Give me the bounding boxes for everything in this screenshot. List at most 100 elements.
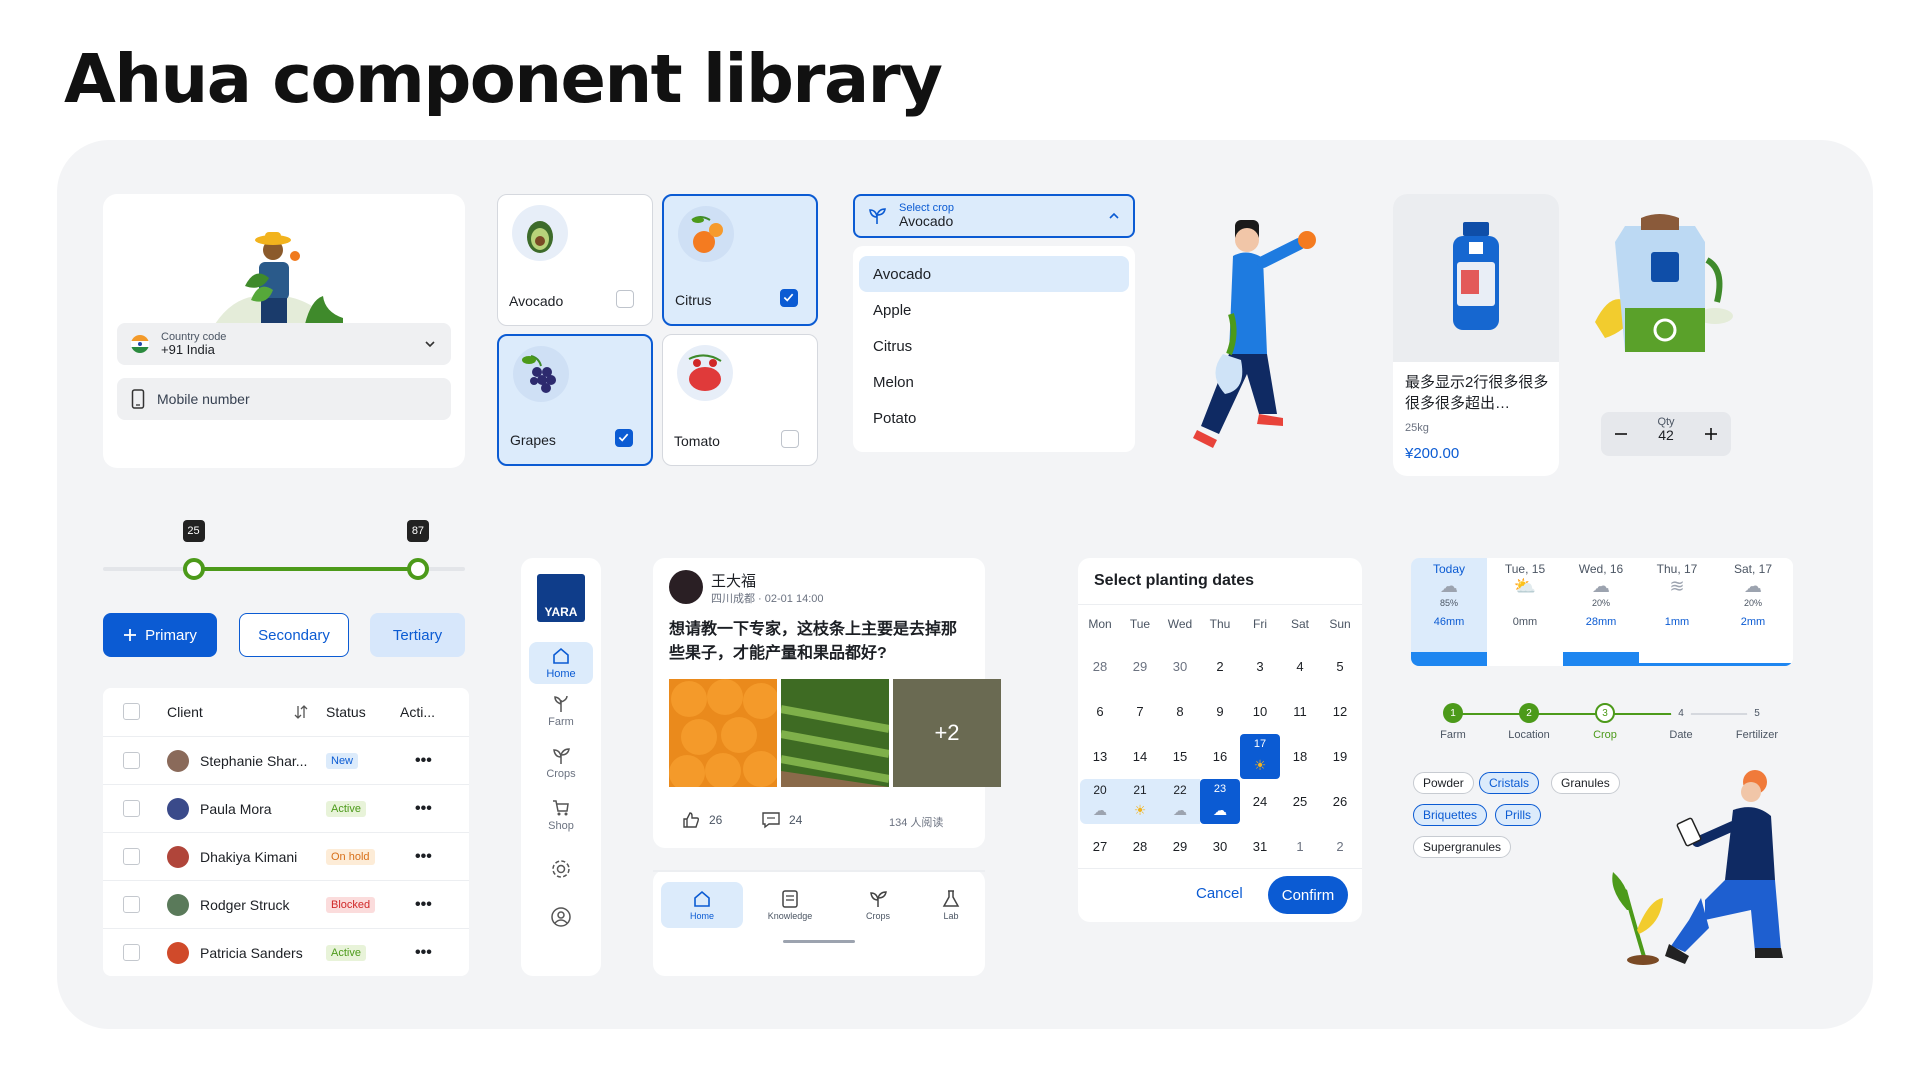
calendar-day[interactable]: 15 <box>1160 734 1200 779</box>
more-actions-icon[interactable]: ••• <box>415 848 432 866</box>
slider-max-handle[interactable] <box>406 558 429 580</box>
calendar-confirm-button[interactable]: Confirm <box>1268 876 1348 914</box>
calendar-day[interactable]: 23 ☁ <box>1200 779 1240 824</box>
row-checkbox[interactable] <box>123 944 140 961</box>
nav-rail-home[interactable]: Home <box>529 642 593 684</box>
forecast-day[interactable]: Sat, 17 ☁ 20% 2mm <box>1715 558 1791 666</box>
decrement-button[interactable] <box>1601 412 1641 456</box>
calendar-day[interactable]: 14 <box>1120 734 1160 779</box>
chip-prills[interactable]: Prills <box>1495 804 1541 826</box>
crop-checkbox-checked[interactable] <box>615 429 633 447</box>
row-checkbox[interactable] <box>123 752 140 769</box>
calendar-day[interactable]: 22 ☁ <box>1160 779 1200 824</box>
dropdown-option[interactable]: Potato <box>859 400 1129 436</box>
calendar-day[interactable]: 28 <box>1080 644 1120 689</box>
profile-icon[interactable] <box>550 906 572 928</box>
forecast-day[interactable]: Tue, 15 ⛅ 0mm <box>1487 558 1563 666</box>
nav-rail-farm[interactable]: Farm <box>529 694 593 728</box>
calendar-day[interactable]: 2 <box>1320 824 1360 869</box>
table-row[interactable]: Paula Mora Active ••• <box>103 784 469 832</box>
calendar-day[interactable]: 6 <box>1080 689 1120 734</box>
calendar-day[interactable]: 12 <box>1320 689 1360 734</box>
calendar-day[interactable]: 16 <box>1200 734 1240 779</box>
more-actions-icon[interactable]: ••• <box>415 896 432 914</box>
crop-tile-tomato[interactable]: Tomato <box>662 334 818 466</box>
crop-checkbox[interactable] <box>616 290 634 308</box>
calendar-day[interactable]: 1 <box>1280 824 1320 869</box>
dropdown-option[interactable]: Melon <box>859 364 1129 400</box>
more-actions-icon[interactable]: ••• <box>415 752 432 770</box>
step-location[interactable]: 2 Location <box>1489 703 1569 741</box>
crop-tile-grapes[interactable]: Grapes <box>497 334 653 466</box>
step-fertilizer[interactable]: 5 Fertilizer <box>1717 703 1797 741</box>
nav-rail-shop[interactable]: Shop <box>529 798 593 832</box>
select-all-checkbox[interactable] <box>123 703 140 720</box>
crop-checkbox[interactable] <box>781 430 799 448</box>
crop-tile-citrus[interactable]: Citrus <box>662 194 818 326</box>
post-image-field[interactable] <box>781 679 889 787</box>
table-row[interactable]: Rodger Struck Blocked ••• <box>103 880 469 928</box>
calendar-day[interactable]: 5 <box>1320 644 1360 689</box>
calendar-day[interactable]: 24 <box>1240 779 1280 824</box>
forecast-day[interactable]: Thu, 17 ≋ 1mm <box>1639 558 1715 666</box>
calendar-day[interactable]: 3 <box>1240 644 1280 689</box>
like-button[interactable]: 26 <box>681 810 722 830</box>
increment-button[interactable] <box>1691 412 1731 456</box>
community-post-card[interactable]: 王大福 四川成都 · 02-01 14:00 想请教一下专家，这枝条上主要是去掉… <box>653 558 1001 848</box>
calendar-day[interactable]: 30 <box>1160 644 1200 689</box>
nav-rail-crops[interactable]: Crops <box>529 746 593 780</box>
sort-icon[interactable] <box>293 704 309 720</box>
table-row[interactable]: Dhakiya Kimani On hold ••• <box>103 832 469 880</box>
calendar-day[interactable]: 8 <box>1160 689 1200 734</box>
calendar-day[interactable]: 31 <box>1240 824 1280 869</box>
calendar-day[interactable]: 2 <box>1200 644 1240 689</box>
dropdown-option[interactable]: Apple <box>859 292 1129 328</box>
more-actions-icon[interactable]: ••• <box>415 944 432 962</box>
calendar-day[interactable]: 9 <box>1200 689 1240 734</box>
secondary-button[interactable]: Secondary <box>239 613 349 657</box>
select-crop-dropdown[interactable]: Select crop Avocado <box>853 194 1135 238</box>
country-code-select[interactable]: Country code +91 India <box>117 323 451 365</box>
calendar-day[interactable]: 30 <box>1200 824 1240 869</box>
table-row[interactable]: Patricia Sanders Active ••• <box>103 928 469 976</box>
chip-supergranules[interactable]: Supergranules <box>1413 836 1512 858</box>
calendar-cancel-button[interactable]: Cancel <box>1196 885 1243 902</box>
chip-powder[interactable]: Powder <box>1413 772 1474 794</box>
bottom-nav-home[interactable]: Home <box>661 882 743 928</box>
row-checkbox[interactable] <box>123 848 140 865</box>
calendar-day[interactable]: 19 <box>1320 734 1360 779</box>
primary-button[interactable]: Primary <box>103 613 217 657</box>
crop-checkbox-checked[interactable] <box>780 289 798 307</box>
crop-tile-avocado[interactable]: Avocado <box>497 194 653 326</box>
calendar-day[interactable]: 21 ☀ <box>1120 779 1160 824</box>
calendar-day[interactable]: 28 <box>1120 824 1160 869</box>
calendar-day[interactable]: 29 <box>1120 644 1160 689</box>
comment-button[interactable]: 24 <box>761 810 802 830</box>
calendar-day[interactable]: 29 <box>1160 824 1200 869</box>
bottom-nav-knowledge[interactable]: Knowledge <box>749 882 831 928</box>
row-checkbox[interactable] <box>123 896 140 913</box>
slider-min-handle[interactable] <box>182 558 205 580</box>
calendar-day[interactable]: 7 <box>1120 689 1160 734</box>
calendar-day[interactable]: 11 <box>1280 689 1320 734</box>
more-actions-icon[interactable]: ••• <box>415 800 432 818</box>
step-date[interactable]: 4 Date <box>1641 703 1721 741</box>
forecast-day[interactable]: Wed, 16 ☁ 20% 28mm <box>1563 558 1639 666</box>
bottom-nav-crops[interactable]: Crops <box>837 882 919 928</box>
calendar-day[interactable]: 10 <box>1240 689 1280 734</box>
calendar-day[interactable]: 25 <box>1280 779 1320 824</box>
dropdown-option[interactable]: Citrus <box>859 328 1129 364</box>
bottom-nav-lab[interactable]: Lab <box>925 882 977 928</box>
tertiary-button[interactable]: Tertiary <box>370 613 465 657</box>
product-card[interactable]: 最多显示2行很多很多很多很多超出… 25kg ¥200.00 <box>1393 194 1559 476</box>
chip-briquettes[interactable]: Briquettes <box>1413 804 1488 826</box>
calendar-day[interactable]: 17 ☀ <box>1240 734 1280 779</box>
calendar-day[interactable]: 4 <box>1280 644 1320 689</box>
row-checkbox[interactable] <box>123 800 140 817</box>
dropdown-option[interactable]: Avocado <box>859 256 1129 292</box>
calendar-day[interactable]: 26 <box>1320 779 1360 824</box>
mobile-number-field[interactable]: Mobile number <box>117 378 451 420</box>
calendar-day[interactable]: 13 <box>1080 734 1120 779</box>
settings-gear-icon[interactable] <box>550 858 572 880</box>
chip-cristals[interactable]: Cristals <box>1479 772 1540 794</box>
